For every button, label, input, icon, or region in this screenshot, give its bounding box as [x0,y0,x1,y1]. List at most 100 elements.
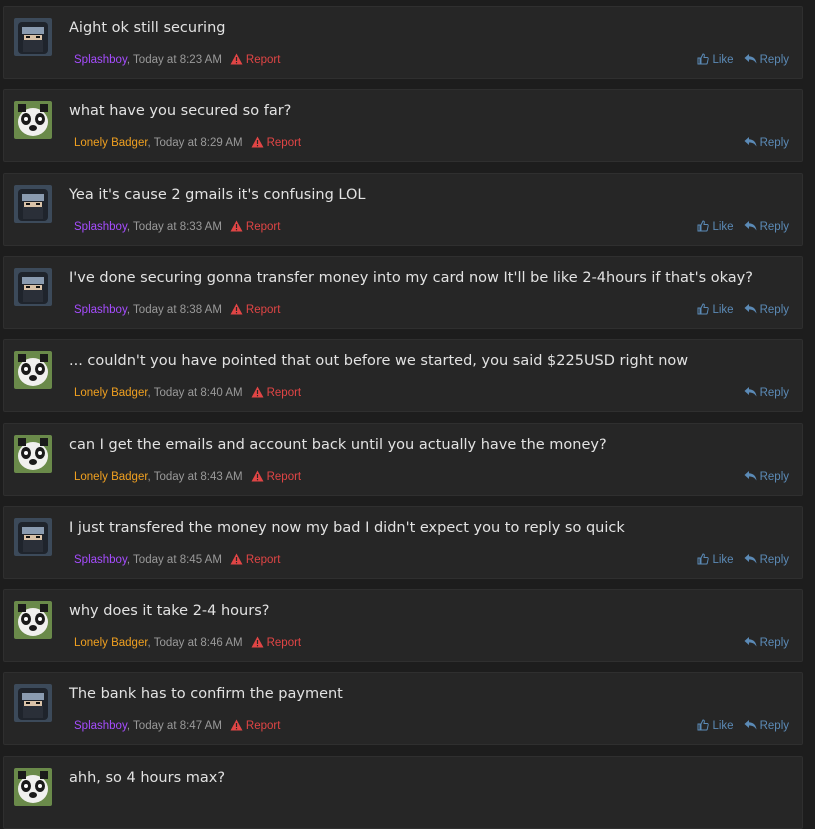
timestamp: , Today at 8:29 AM [147,137,243,150]
like-label: Like [712,54,734,66]
timestamp: , Today at 8:33 AM [126,220,222,233]
report-label: Report [266,637,302,650]
message-meta: Splashboy, Today at 8:47 AM Report [74,719,280,732]
report-label: Report [245,54,281,66]
warning-icon [230,553,243,565]
report-button[interactable]: Report [251,386,301,399]
thumbs-up-icon [697,53,710,65]
warning-icon [230,53,243,65]
like-button[interactable]: Like [697,53,734,66]
reply-button[interactable]: Reply [744,637,789,649]
author-link[interactable]: Splashboy [74,720,127,732]
report-button[interactable]: Report [230,719,280,732]
report-button[interactable]: Report [251,470,302,483]
report-button[interactable]: Report [230,53,281,66]
like-label: Like [712,220,734,233]
avatar[interactable] [14,684,52,723]
report-button[interactable]: Report [230,553,281,566]
report-button[interactable]: Report [230,303,280,316]
author-link[interactable]: Lonely Badger [74,387,148,399]
reply-button[interactable]: Reply [744,720,789,732]
message-text: I've done securing gonna transfer money … [69,269,753,286]
like-button[interactable]: Like [697,553,734,566]
report-button[interactable]: Report [230,220,280,233]
message-text: Yea it's cause 2 gmails it's confusing L… [69,186,366,203]
reply-label: Reply [759,470,789,483]
message-item: why does it take 2-4 hours? Lonely Badger… [3,589,803,663]
thumbs-up-icon [697,719,710,731]
reply-button[interactable]: Reply [744,220,789,233]
message-meta: Lonely Badger, Today at 8:29 AM Report [74,136,301,149]
avatar[interactable] [14,434,52,473]
author-link[interactable]: Lonely Badger [74,137,148,149]
author-link[interactable]: Splashboy [74,554,127,566]
author-link[interactable]: Splashboy [74,54,127,66]
message-meta: Splashboy, Today at 8:45 AM Report [74,553,280,566]
message-item: Aight ok still securing Splashboy, Today … [3,6,803,79]
report-label: Report [266,470,302,483]
timestamp: , Today at 8:46 AM [147,637,243,650]
reply-label: Reply [759,553,789,566]
reply-icon [744,553,757,564]
reply-label: Reply [759,303,789,316]
message-item: what have you secured so far? Lonely Badg… [3,89,803,163]
message-item: I've done securing gonna transfer money … [3,255,803,329]
avatar[interactable] [14,18,52,56]
report-button[interactable]: Report [251,636,302,650]
avatar[interactable] [14,601,52,640]
author-link[interactable]: Splashboy [74,221,127,233]
avatar[interactable] [14,351,52,390]
message-meta: Lonely Badger, Today at 8:40 AM Report [74,386,301,399]
timestamp: , Today at 8:40 AM [147,387,243,400]
reply-button[interactable]: Reply [744,137,789,149]
message-actions: Like Reply [687,220,789,233]
thumbs-up-icon [697,303,710,315]
message-item: ... couldn't you have pointed that out b… [3,339,803,413]
author-link[interactable]: Lonely Badger [74,637,148,649]
avatar[interactable] [14,267,52,306]
message-text: why does it take 2-4 hours? [69,603,270,620]
warning-icon [230,719,243,731]
reply-button[interactable]: Reply [744,303,789,316]
like-button[interactable]: Like [697,719,734,733]
message-text: what have you secured so far? [69,103,292,120]
message-meta: Splashboy, Today at 8:23 AM Report [74,53,280,66]
timestamp: , Today at 8:38 AM [126,303,222,316]
avatar[interactable] [14,184,52,223]
warning-icon [251,636,264,648]
report-button[interactable]: Report [251,136,301,149]
message-text: can I get the emails and account back un… [69,436,607,453]
message-actions: Reply [734,470,789,483]
reply-button[interactable]: Reply [744,387,789,399]
author-link[interactable]: Lonely Badger [74,471,148,483]
message-text: ahh, so 4 hours max? [69,769,226,786]
avatar[interactable] [14,101,52,140]
reply-icon [744,137,757,147]
reply-label: Reply [759,137,789,150]
message-actions: Like Reply [687,553,789,566]
like-label: Like [712,720,734,733]
message-item: can I get the emails and account back un… [3,422,803,496]
message-actions: Reply [734,136,789,149]
reply-label: Reply [759,387,789,400]
reply-button[interactable]: Reply [744,470,789,483]
message-actions: Reply [734,636,789,649]
author-link[interactable]: Splashboy [74,304,127,316]
message-meta: Lonely Badger, Today at 8:46 AM Report [74,636,301,649]
message-actions: Reply [734,386,789,399]
report-label: Report [245,553,281,566]
message-thread: Aight ok still securing Splashboy, Today … [0,0,815,829]
message-meta: Lonely Badger, Today at 8:43 AM Report [74,470,301,483]
warning-icon [251,386,264,398]
message-meta: Splashboy, Today at 8:33 AM Report [74,220,280,233]
message-item: ahh, so 4 hours max? [3,755,803,829]
like-button[interactable]: Like [697,220,734,233]
reply-button[interactable]: Reply [744,553,789,566]
timestamp: , Today at 8:23 AM [126,54,222,66]
reply-label: Reply [759,720,789,733]
like-button[interactable]: Like [697,303,734,316]
timestamp: , Today at 8:45 AM [126,553,222,566]
message-item: I just transfered the money now my bad I… [3,505,803,579]
reply-button[interactable]: Reply [744,54,789,66]
avatar[interactable] [14,517,52,556]
